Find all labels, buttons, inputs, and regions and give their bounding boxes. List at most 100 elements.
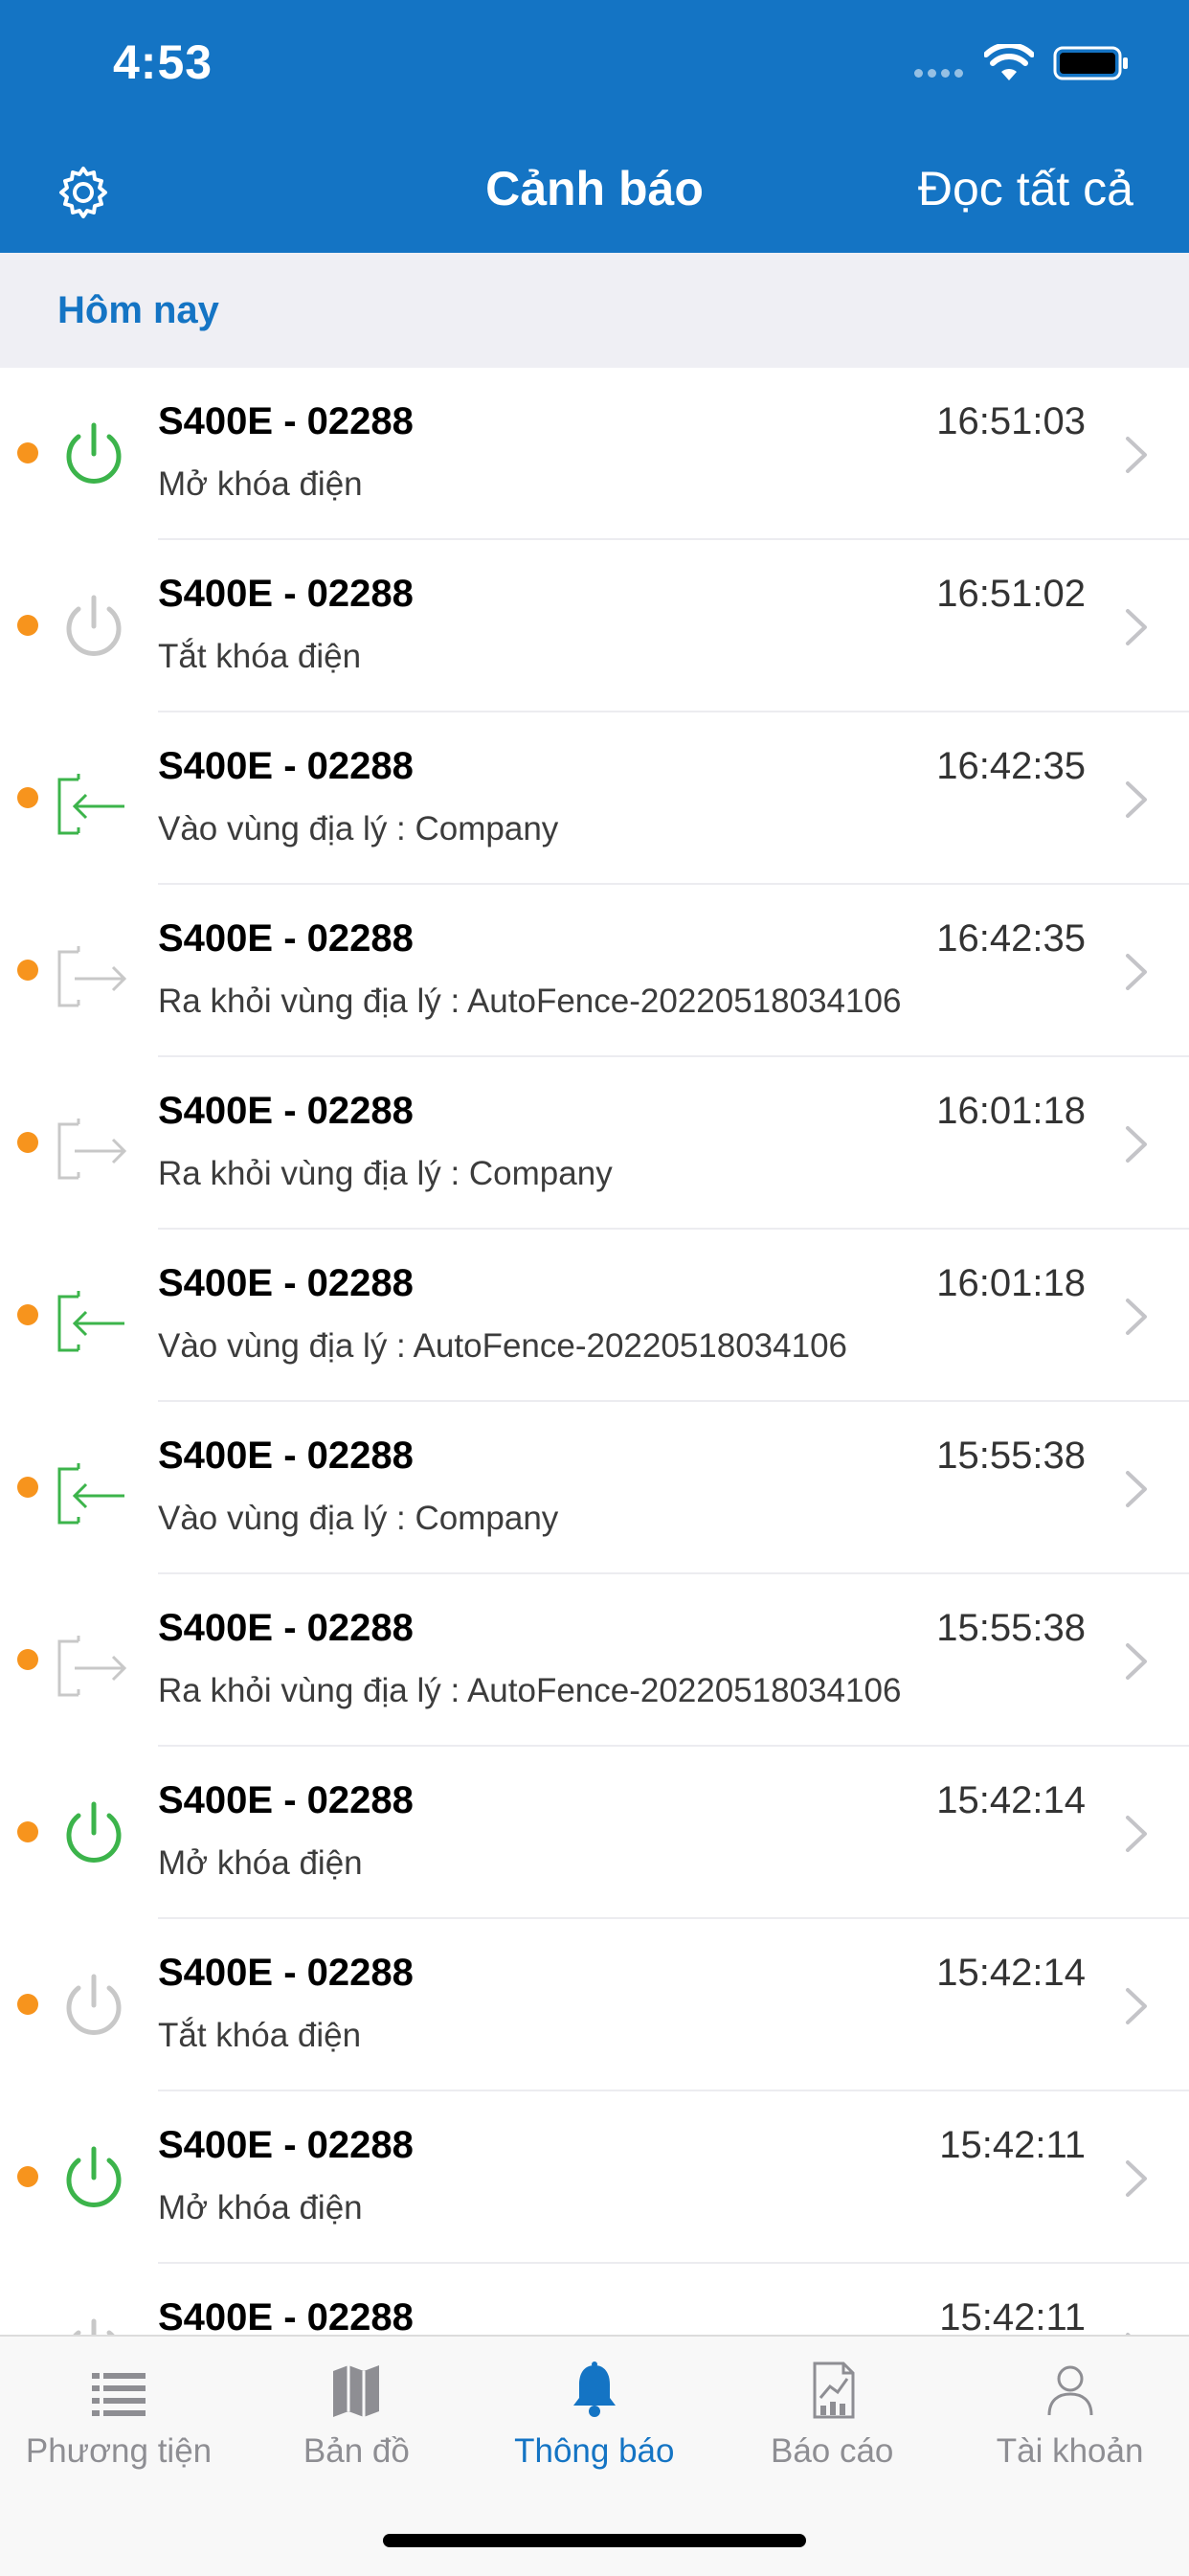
unread-dot xyxy=(17,1132,38,1153)
tab-list[interactable]: Phương tiện xyxy=(0,2337,237,2509)
alert-description: Ra khỏi vùng địa lý : AutoFence-20220518… xyxy=(158,983,902,1020)
tab-bell[interactable]: Thông báo xyxy=(476,2337,713,2509)
report-icon xyxy=(803,2360,861,2421)
alert-vehicle-name: S400E - 02288 xyxy=(158,1090,414,1132)
alert-row[interactable]: S400E - 02288 16:42:35 Vào vùng địa lý :… xyxy=(0,712,1189,885)
tab-report[interactable]: Báo cáo xyxy=(713,2337,951,2509)
alert-description: Mở khóa điện xyxy=(158,465,363,503)
alert-row[interactable]: S400E - 02288 15:42:11 Mở khóa điện xyxy=(0,2091,1189,2264)
alert-vehicle-name: S400E - 02288 xyxy=(158,2124,414,2166)
alert-row[interactable]: S400E - 02288 16:51:02 Tắt khóa điện xyxy=(0,540,1189,712)
tab-label: Bản đồ xyxy=(303,2432,410,2470)
alert-vehicle-name: S400E - 02288 xyxy=(158,1435,414,1477)
cellular-signal-icon xyxy=(914,69,968,79)
unread-dot xyxy=(17,1994,38,2015)
tab-label: Phương tiện xyxy=(25,2432,213,2470)
alert-list: S400E - 02288 16:51:03 Mở khóa điện S400… xyxy=(0,368,1189,2436)
section-label: Hôm nay xyxy=(57,289,219,331)
unread-dot xyxy=(17,787,38,808)
alert-time: 16:51:03 xyxy=(936,400,1086,442)
alert-row[interactable]: S400E - 02288 15:55:38 Vào vùng địa lý :… xyxy=(0,1402,1189,1574)
alert-row[interactable]: S400E - 02288 16:51:03 Mở khóa điện xyxy=(0,368,1189,540)
alert-time: 16:01:18 xyxy=(936,1262,1086,1304)
chevron-right-icon xyxy=(1126,1643,1147,1680)
tab-label: Báo cáo xyxy=(770,2432,894,2470)
tab-map[interactable]: Bản đồ xyxy=(237,2337,475,2509)
alert-vehicle-name: S400E - 02288 xyxy=(158,1779,414,1821)
tab-label: Thông báo xyxy=(514,2432,675,2470)
home-indicator xyxy=(383,2534,806,2547)
geofence-exit-icon xyxy=(56,1622,132,1699)
chevron-right-icon xyxy=(1126,954,1147,990)
alert-description: Ra khỏi vùng địa lý : AutoFence-20220518… xyxy=(158,1672,902,1709)
alert-time: 15:42:11 xyxy=(939,2296,1086,2339)
alert-vehicle-name: S400E - 02288 xyxy=(158,1607,414,1649)
power-on-icon xyxy=(56,416,132,492)
alert-row[interactable]: S400E - 02288 15:42:14 Mở khóa điện xyxy=(0,1747,1189,1919)
unread-dot xyxy=(17,1477,38,1498)
tab-account[interactable]: Tài khoản xyxy=(952,2337,1189,2509)
alert-time: 16:51:02 xyxy=(936,573,1086,615)
alert-description: Vào vùng địa lý : AutoFence-202205180341… xyxy=(158,1327,848,1365)
geofence-enter-icon xyxy=(56,1450,132,1526)
read-all-button[interactable]: Đọc tất cả xyxy=(918,161,1133,216)
status-time: 4:53 xyxy=(113,35,213,89)
alert-row[interactable]: S400E - 02288 16:42:35 Ra khỏi vùng địa … xyxy=(0,885,1189,1057)
alert-time: 15:55:38 xyxy=(936,1607,1086,1649)
chevron-right-icon xyxy=(1126,1299,1147,1335)
alert-vehicle-name: S400E - 02288 xyxy=(158,1952,414,1994)
alert-time: 15:42:11 xyxy=(939,2124,1086,2166)
unread-dot xyxy=(17,2166,38,2187)
nav-header: 4:53 Cảnh báo Đọc tất cả xyxy=(0,0,1189,253)
alert-description: Tắt khóa điện xyxy=(158,638,362,675)
unread-dot xyxy=(17,442,38,463)
geofence-enter-icon xyxy=(56,1277,132,1354)
alert-time: 15:55:38 xyxy=(936,1435,1086,1477)
alert-vehicle-name: S400E - 02288 xyxy=(158,573,414,615)
alert-time: 15:42:14 xyxy=(936,1952,1086,1994)
bell-icon xyxy=(566,2360,623,2421)
alert-description: Vào vùng địa lý : Company xyxy=(158,1500,559,1537)
alert-description: Ra khỏi vùng địa lý : Company xyxy=(158,1155,613,1192)
alert-row[interactable]: S400E - 02288 16:01:18 Vào vùng địa lý :… xyxy=(0,1230,1189,1402)
chevron-right-icon xyxy=(1126,1126,1147,1163)
alert-description: Mở khóa điện xyxy=(158,2189,363,2226)
chevron-right-icon xyxy=(1126,1988,1147,2024)
alert-time: 16:42:35 xyxy=(936,745,1086,787)
unread-dot xyxy=(17,615,38,636)
power-off-icon xyxy=(56,588,132,665)
alert-description: Vào vùng địa lý : Company xyxy=(158,810,559,847)
alert-time: 15:42:14 xyxy=(936,1779,1086,1821)
map-icon xyxy=(327,2360,385,2421)
power-on-icon xyxy=(56,2139,132,2216)
alert-description: Mở khóa điện xyxy=(158,1844,363,1882)
alert-vehicle-name: S400E - 02288 xyxy=(158,2296,414,2339)
unread-dot xyxy=(17,1304,38,1325)
wifi-icon xyxy=(984,44,1034,80)
alert-time: 16:42:35 xyxy=(936,917,1086,960)
unread-dot xyxy=(17,960,38,981)
geofence-exit-icon xyxy=(56,933,132,1009)
chevron-right-icon xyxy=(1126,437,1147,473)
list-icon xyxy=(90,2360,147,2421)
tab-label: Tài khoản xyxy=(996,2432,1144,2470)
alert-vehicle-name: S400E - 02288 xyxy=(158,917,414,960)
power-off-icon xyxy=(56,1967,132,2044)
chevron-right-icon xyxy=(1126,781,1147,818)
alert-row[interactable]: S400E - 02288 15:42:14 Tắt khóa điện xyxy=(0,1919,1189,2091)
geofence-exit-icon xyxy=(56,1105,132,1182)
account-icon xyxy=(1042,2360,1099,2421)
alert-row[interactable]: S400E - 02288 16:01:18 Ra khỏi vùng địa … xyxy=(0,1057,1189,1230)
alert-description: Tắt khóa điện xyxy=(158,2017,362,2054)
alert-time: 16:01:18 xyxy=(936,1090,1086,1132)
chevron-right-icon xyxy=(1126,2160,1147,2197)
chevron-right-icon xyxy=(1126,609,1147,645)
chevron-right-icon xyxy=(1126,1816,1147,1852)
alert-vehicle-name: S400E - 02288 xyxy=(158,1262,414,1304)
section-header-today: Hôm nay xyxy=(0,253,1189,368)
power-on-icon xyxy=(56,1795,132,1871)
alert-vehicle-name: S400E - 02288 xyxy=(158,400,414,442)
geofence-enter-icon xyxy=(56,760,132,837)
alert-row[interactable]: S400E - 02288 15:55:38 Ra khỏi vùng địa … xyxy=(0,1574,1189,1747)
unread-dot xyxy=(17,1649,38,1670)
